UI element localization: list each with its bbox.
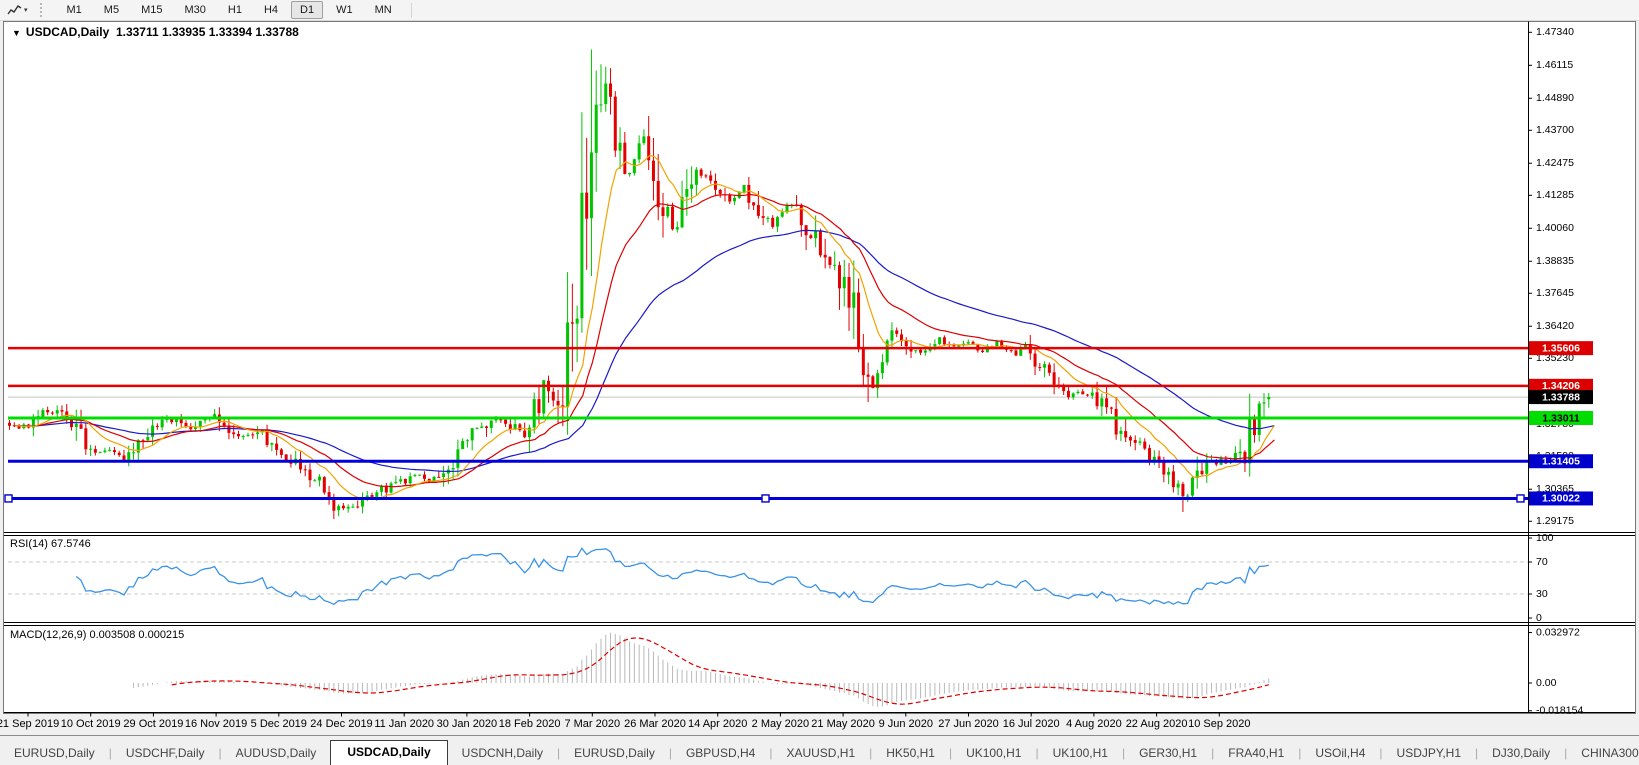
x-tick-label: 29 Oct 2019 xyxy=(123,718,183,730)
tab-usoil-h4[interactable]: USOil,H4 xyxy=(1301,742,1379,765)
x-tick-label: 10 Sep 2020 xyxy=(1188,718,1250,730)
x-tick-label: 18 Feb 2020 xyxy=(499,718,561,730)
symbol-label: USDCAD,Daily xyxy=(25,25,110,39)
tab-xauusd-h1[interactable]: XAUUSD,H1 xyxy=(772,742,869,765)
tab-dj30-daily[interactable]: DJ30,Daily xyxy=(1478,742,1564,765)
x-tick-label: 16 Nov 2019 xyxy=(185,718,247,730)
price-badge-label: 1.31405 xyxy=(1542,456,1580,468)
chart-canvas[interactable]: 1.47340 1.46115 1.44890 1.43700 1.42475 1.412… xyxy=(0,0,1639,765)
line-handle[interactable] xyxy=(4,494,13,503)
tab-usdcnh-daily[interactable]: USDCNH,Daily xyxy=(448,742,557,765)
line-handle[interactable] xyxy=(1516,494,1525,503)
tab-audusd-daily[interactable]: AUDUSD,Daily xyxy=(222,742,331,765)
x-tick-label: 5 Dec 2019 xyxy=(251,718,307,730)
x-tick-label: 30 Jan 2020 xyxy=(437,718,498,730)
y-tick-label: 1.47340 xyxy=(1536,26,1574,38)
chart-tab-bar: EURUSD,Daily | USDCHF,Daily | AUDUSD,Daily US… xyxy=(0,735,1639,765)
line-handle[interactable] xyxy=(761,494,770,503)
tab-usdjpy-h1[interactable]: USDJPY,H1 xyxy=(1383,742,1475,765)
y-tick-label: 1.42475 xyxy=(1536,157,1574,169)
chart-window xyxy=(3,21,1636,714)
y-tick-label: 1.37645 xyxy=(1536,287,1574,299)
rsi-tick-label: 0 xyxy=(1536,612,1542,624)
y-tick-label: 1.36420 xyxy=(1536,320,1574,332)
rsi-tick-label: 70 xyxy=(1536,556,1548,568)
tab-uk100-h1[interactable]: UK100,H1 xyxy=(1039,742,1122,765)
tab-ger30-h1[interactable]: GER30,H1 xyxy=(1125,742,1211,765)
price-badge-label: 1.33011 xyxy=(1542,412,1580,424)
tab-eurusd-daily[interactable]: EURUSD,Daily xyxy=(560,742,669,765)
price-badge-label: 1.30022 xyxy=(1542,493,1580,505)
macd-tick-label: -0.018154 xyxy=(1536,705,1583,717)
x-tick-label: 7 Mar 2020 xyxy=(564,718,620,730)
collapse-triangle-icon[interactable]: ▼ xyxy=(12,28,21,38)
x-tick-label: 14 Apr 2020 xyxy=(688,718,747,730)
macd-indicator-label: MACD(12,26,9) 0.003508 0.000215 xyxy=(10,629,185,641)
tab-china300-h1[interactable]: CHINA300,H1 xyxy=(1567,742,1639,765)
x-tick-label: 27 Jun 2020 xyxy=(938,718,999,730)
x-tick-label: 26 Mar 2020 xyxy=(624,718,686,730)
tab-gbpusd-h4[interactable]: GBPUSD,H4 xyxy=(672,742,769,765)
x-tick-label: 11 Jan 2020 xyxy=(374,718,434,730)
x-tick-label: 24 Dec 2019 xyxy=(310,718,372,730)
rsi-tick-label: 30 xyxy=(1536,588,1548,600)
rsi-tick-label: 100 xyxy=(1536,532,1554,544)
x-tick-label: 21 May 2020 xyxy=(811,718,875,730)
y-tick-label: 1.29175 xyxy=(1536,515,1574,527)
x-tick-label: 10 Oct 2019 xyxy=(61,718,121,730)
ohlc-values: 1.33711 1.33935 1.33394 1.33788 xyxy=(115,25,299,39)
y-tick-label: 1.46115 xyxy=(1536,59,1573,71)
x-tick-label: 2 May 2020 xyxy=(752,718,809,730)
macd-tick-label: 0.00 xyxy=(1536,677,1557,689)
y-tick-label: 1.38835 xyxy=(1536,255,1574,267)
price-badge-label: 1.35606 xyxy=(1542,342,1580,354)
x-tick-label: 9 Jun 2020 xyxy=(879,718,933,730)
x-tick-label: 21 Sep 2019 xyxy=(0,718,59,730)
tab-fra40-h1[interactable]: FRA40,H1 xyxy=(1214,742,1298,765)
x-tick-label: 22 Aug 2020 xyxy=(1126,718,1188,730)
tab-eurusd-daily[interactable]: EURUSD,Daily xyxy=(0,742,109,765)
x-tick-label: 4 Aug 2020 xyxy=(1066,718,1122,730)
y-tick-label: 1.41285 xyxy=(1536,189,1574,201)
tab-hk50-h1[interactable]: HK50,H1 xyxy=(872,742,949,765)
macd-tick-label: 0.032972 xyxy=(1536,626,1580,638)
rsi-indicator-label: RSI(14) 67.5746 xyxy=(10,538,91,550)
y-tick-label: 1.40060 xyxy=(1536,222,1574,234)
chart-title: ▼ USDCAD,Daily 1.33711 1.33935 1.33394 1.… xyxy=(12,25,299,39)
price-badge-label: 1.33788 xyxy=(1542,391,1580,403)
tab-usdcad-daily[interactable]: USDCAD,Daily xyxy=(330,740,448,765)
tab-uk100-h1[interactable]: UK100,H1 xyxy=(952,742,1035,765)
y-tick-label: 1.43700 xyxy=(1536,124,1574,136)
tab-usdchf-daily[interactable]: USDCHF,Daily xyxy=(112,742,219,765)
y-tick-label: 1.44890 xyxy=(1536,92,1574,104)
x-tick-label: 16 Jul 2020 xyxy=(1003,718,1060,730)
